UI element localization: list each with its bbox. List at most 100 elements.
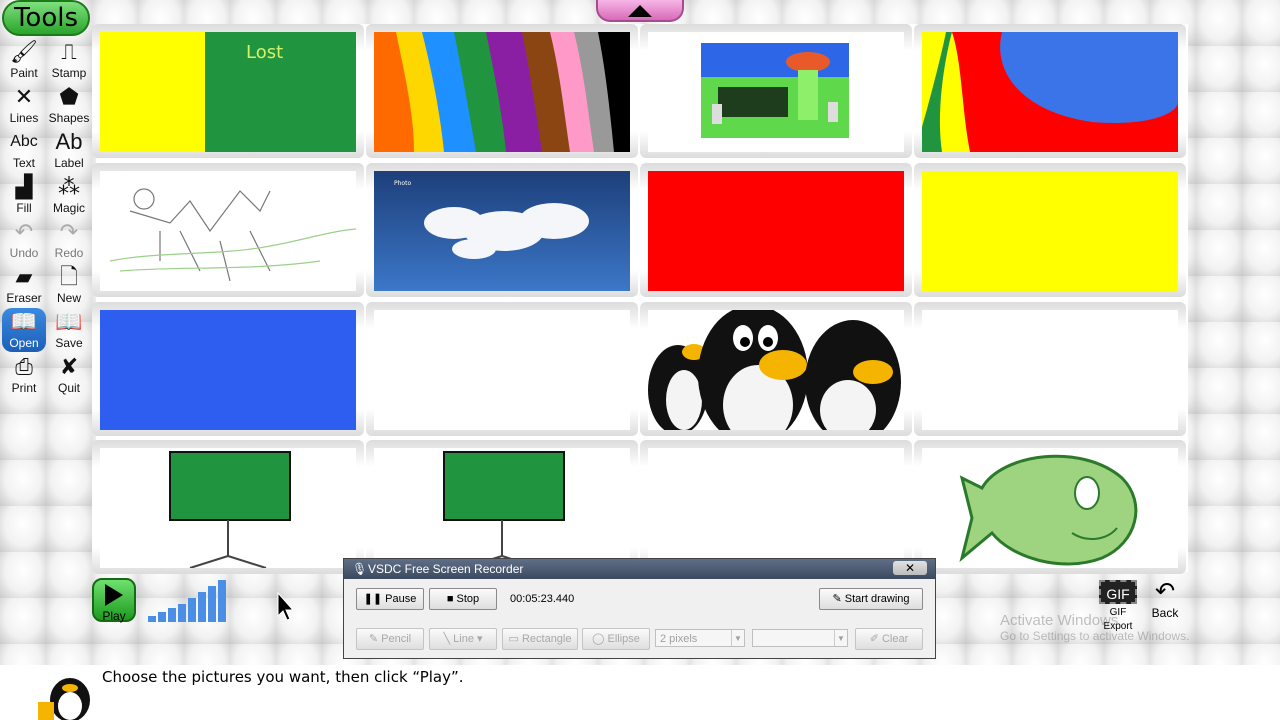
lines-icon: ✕ [14, 84, 34, 109]
recorder-title: VSDC Free Screen Recorder [368, 562, 524, 576]
clear-button[interactable]: ✐ Clear [855, 628, 923, 650]
line-button[interactable]: ╲ Line ▾ [429, 628, 497, 650]
tool-shapes[interactable]: ⬟ Shapes [47, 83, 91, 127]
close-button[interactable]: ✕ [893, 561, 927, 575]
tool-label: Print [11, 381, 37, 395]
thumbnail-9[interactable] [92, 302, 364, 436]
up-arrow-icon [628, 5, 652, 17]
tool-save[interactable]: 📖 Save [47, 308, 91, 352]
quit-x-icon: ✘ [59, 354, 79, 379]
eraser-icon: ▰ [15, 264, 33, 289]
thumbnail-15[interactable] [640, 440, 912, 574]
screen-recorder-window: 🎙 VSDC Free Screen Recorder ✕ ❚❚ Pause ■… [343, 558, 936, 659]
thumbnail-1[interactable]: Lost [92, 24, 364, 158]
tools-title: Tools [2, 0, 90, 36]
thumbnail-13[interactable] [92, 440, 364, 574]
rectangle-button[interactable]: ▭ Rectangle [502, 628, 578, 650]
play-icon [105, 584, 123, 606]
tool-label: Lines [9, 111, 39, 125]
pause-icon: ❚❚ [363, 593, 383, 605]
tool-label: Paint [10, 66, 38, 80]
tool-label: Redo [54, 246, 84, 260]
thumbnail-11[interactable] [640, 302, 912, 436]
thumbnail-6[interactable]: Photo [366, 163, 638, 297]
pause-button[interactable]: ❚❚ Pause [356, 588, 424, 610]
tool-fill[interactable]: ▟ Fill [2, 173, 46, 217]
text-icon: Abc [10, 133, 38, 150]
pentagon-icon: ⬟ [59, 84, 79, 109]
scroll-up-button[interactable] [596, 0, 684, 22]
tool-label: Quit [57, 381, 80, 395]
near-blank-canvas [922, 310, 1178, 430]
photo-caption: Photo [394, 180, 411, 187]
pencil-icon: ✎ [368, 633, 379, 645]
blue-canvas [100, 310, 356, 430]
paintbrush-icon: 🖌 [10, 39, 38, 64]
scribble-drawing [100, 171, 356, 291]
save-book-icon: 📖 [55, 309, 83, 334]
stop-button[interactable]: ■ Stop [429, 588, 497, 610]
thumbnail-5[interactable] [92, 163, 364, 297]
color-select[interactable]: ▼ [752, 629, 848, 647]
stamp-icon: ⎍ [61, 39, 77, 64]
back-arrow-icon: ↶ [1154, 578, 1176, 605]
tool-paint[interactable]: 🖌 Paint [2, 38, 46, 82]
start-drawing-button[interactable]: ✎ Start drawing [819, 588, 923, 610]
tool-label: Fill [16, 201, 32, 215]
label-icon: Ab [55, 129, 83, 154]
green-screen-picture-2 [374, 448, 630, 568]
thumbnail-2[interactable] [366, 24, 638, 158]
tool-print[interactable]: ⎙ Print [2, 353, 46, 397]
tool-magic[interactable]: ⁂ Magic [47, 173, 91, 217]
tool-new[interactable]: 🗋 New [47, 263, 91, 307]
tool-text[interactable]: Abc Text [2, 128, 46, 172]
thumbnail-12[interactable] [914, 302, 1186, 436]
tool-undo[interactable]: ↶ Undo [2, 218, 46, 262]
tool-quit[interactable]: ✘ Quit [47, 353, 91, 397]
red-blue-drawing [922, 32, 1178, 152]
redo-icon: ↷ [59, 219, 79, 244]
stop-icon: ■ [446, 593, 454, 605]
ellipse-button[interactable]: ◯ Ellipse [582, 628, 650, 650]
faint-canvas [648, 448, 904, 568]
tool-label: Stamp [51, 66, 87, 80]
penguins-picture [648, 310, 904, 430]
thumbnail-4[interactable] [914, 24, 1186, 158]
tool-eraser[interactable]: ▰ Eraser [2, 263, 46, 307]
thumbnail-14[interactable] [366, 440, 638, 574]
pencil-button[interactable]: ✎ Pencil [356, 628, 424, 650]
thumbnail-8[interactable] [914, 163, 1186, 297]
tool-open[interactable]: 📖 Open [2, 308, 46, 352]
chevron-down-icon: ▼ [834, 630, 847, 646]
tool-label[interactable]: Ab Label [47, 128, 91, 172]
yellow-canvas [922, 171, 1178, 291]
green-screen-picture [100, 448, 356, 568]
mouse-pointer-icon [277, 592, 295, 621]
yellow-green-drawing: Lost [100, 32, 356, 152]
tux-penguin-icon [38, 678, 90, 720]
tool-redo[interactable]: ↷ Redo [47, 218, 91, 262]
eraser-icon: ✐ [869, 633, 879, 645]
printer-icon: ⎙ [15, 354, 33, 379]
thickness-select[interactable]: 2 pixels ▼ [655, 629, 745, 647]
tool-lines[interactable]: ✕ Lines [2, 83, 46, 127]
tool-label: Shapes [48, 111, 90, 125]
blank-canvas [374, 310, 630, 430]
rainbow-stripes-drawing [374, 32, 630, 152]
status-message: Choose the pictures you want, then click… [102, 668, 464, 686]
thumbnail-7[interactable] [640, 163, 912, 297]
green-fish-drawing [922, 448, 1178, 568]
tool-label: New [56, 291, 81, 305]
thumbnail-3[interactable] [640, 24, 912, 158]
recording-timer: 00:05:23.440 [510, 593, 575, 605]
tool-label: Eraser [6, 291, 42, 305]
speed-slider[interactable] [146, 578, 228, 622]
play-label: Play [102, 609, 126, 623]
play-button[interactable]: Play [92, 578, 136, 623]
thumbnail-10[interactable] [366, 302, 638, 436]
tool-label: Text [12, 156, 35, 170]
ellipse-icon: ◯ [592, 633, 605, 645]
tool-stamp[interactable]: ⎍ Stamp [47, 38, 91, 82]
thumbnail-16[interactable] [914, 440, 1186, 574]
drawing-icon: ✎ [832, 593, 842, 605]
